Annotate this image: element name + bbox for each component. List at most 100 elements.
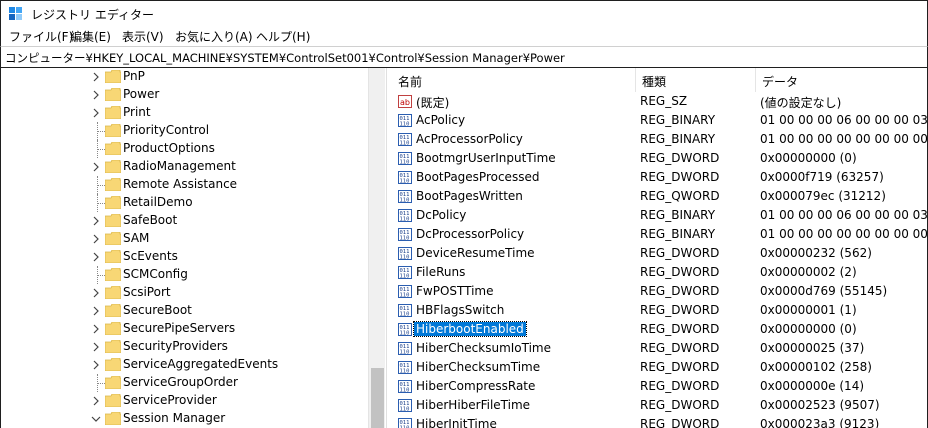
chevron-right-icon[interactable] <box>91 216 101 226</box>
tree-item-label: ProductOptions <box>123 141 215 155</box>
value-name[interactable]: HiberInitTime <box>414 417 499 428</box>
chevron-right-icon[interactable] <box>91 396 101 406</box>
tree-item[interactable]: PriorityControl <box>1 122 371 140</box>
tree-item[interactable]: Remote Assistance <box>1 176 371 194</box>
column-header-name[interactable]: 名前 <box>392 68 636 92</box>
tree-item[interactable]: SafeBoot <box>1 212 371 230</box>
chevron-right-icon[interactable] <box>91 72 101 82</box>
chevron-right-icon[interactable] <box>91 288 101 298</box>
value-name[interactable]: AcProcessorPolicy <box>414 132 525 146</box>
tree-item[interactable]: ServiceAggregatedEvents <box>1 356 371 374</box>
chevron-right-icon[interactable] <box>91 252 101 262</box>
value-name[interactable]: DeviceResumeTime <box>414 246 537 260</box>
value-list[interactable]: 名前 種類 データ ab (既定) REG_SZ (値の設定なし) 011 110 AcPo… <box>392 68 928 428</box>
tree-item-label: Session Manager <box>123 411 226 425</box>
address-bar[interactable]: コンピューター¥HKEY_LOCAL_MACHINE¥SYSTEM¥Contro… <box>0 46 928 68</box>
menu-edit[interactable]: 編集(E) <box>70 28 111 45</box>
value-name[interactable]: (既定) <box>414 94 451 111</box>
value-type: REG_DWORD <box>640 170 720 184</box>
value-row[interactable]: 011110HiberInitTime REG_DWORD 0x000023a3 (… <box>392 415 927 428</box>
tree-item[interactable]: Power <box>1 86 371 104</box>
tree-item[interactable]: RetailDemo <box>1 194 371 212</box>
tree-item-label: Remote Assistance <box>123 177 238 191</box>
value-name[interactable]: HBFlagsSwitch <box>414 303 506 317</box>
value-name[interactable]: HiberHiberFileTime <box>414 398 532 412</box>
tree-item[interactable]: Print <box>1 104 371 122</box>
svg-text:110: 110 <box>400 217 410 223</box>
chevron-down-icon[interactable] <box>91 414 101 424</box>
menu-view[interactable]: 表示(V) <box>122 28 164 45</box>
address-path[interactable]: コンピューター¥HKEY_LOCAL_MACHINE¥SYSTEM¥Contro… <box>5 50 565 66</box>
value-row[interactable]: 011 110 BootPagesProcessed REG_DWORD 0x0000f… <box>392 168 927 187</box>
key-tree[interactable]: PnP Power Print PriorityControl ProductOptio… <box>0 68 386 428</box>
tree-item[interactable]: ServiceProvider <box>1 392 371 410</box>
value-name[interactable]: HiberChecksumTime <box>414 360 542 374</box>
chevron-right-icon[interactable] <box>91 90 101 100</box>
tree-item[interactable]: Session Manager <box>1 410 371 428</box>
value-row[interactable]: 011 110 AcPolicy REG_BINARY 01 00 00 00 06 0… <box>392 111 927 130</box>
value-row[interactable]: 011 110 DcPolicy REG_BINARY 01 00 00 00 06 0… <box>392 206 927 225</box>
value-row[interactable]: ab (既定) REG_SZ (値の設定なし) <box>392 92 927 111</box>
value-row[interactable]: 011 110 BootmgrUserInputTime REG_DWORD 0x000… <box>392 149 927 168</box>
value-name[interactable]: HiberCompressRate <box>414 379 537 393</box>
folder-icon <box>105 196 121 209</box>
value-row[interactable]: 011 110 HiberCompressRate REG_DWORD 0x000000… <box>392 377 927 396</box>
value-row[interactable]: 011 110 DeviceResumeTime REG_DWORD 0x0000023… <box>392 244 927 263</box>
tree-item[interactable]: RadioManagement <box>1 158 371 176</box>
value-data: 01 00 00 00 00 00 00 00 00 00 00 <box>760 132 928 146</box>
value-row[interactable]: 011 110 AcProcessorPolicy REG_BINARY 01 00 0… <box>392 130 928 149</box>
tree-item[interactable]: PnP <box>1 68 371 86</box>
value-row[interactable]: 011 110 HiberChecksumIoTime REG_DWORD 0x0000… <box>392 339 927 358</box>
value-type: REG_DWORD <box>640 322 720 336</box>
value-name[interactable]: HiberChecksumIoTime <box>414 341 553 355</box>
tree-item[interactable]: SecurePipeServers <box>1 320 371 338</box>
menu-help[interactable]: ヘルプ(H) <box>256 28 310 45</box>
chevron-right-icon[interactable] <box>91 306 101 316</box>
value-row[interactable]: 011 110 BootPagesWritten REG_QWORD 0x000079e… <box>392 187 927 206</box>
value-name[interactable]: FwPOSTTime <box>414 284 496 298</box>
value-row[interactable]: 011 110 DcProcessorPolicy REG_BINARY 01 00 0… <box>392 225 927 244</box>
chevron-right-icon[interactable] <box>91 162 101 172</box>
value-row[interactable]: 011 110 HiberHiberFileTime REG_DWORD 0x00002… <box>392 396 927 415</box>
value-name[interactable]: AcPolicy <box>414 113 467 127</box>
folder-icon <box>105 304 121 317</box>
column-header-type[interactable]: 種類 <box>636 68 756 92</box>
folder-icon <box>105 412 121 425</box>
value-name[interactable]: BootPagesProcessed <box>414 170 541 184</box>
tree-item[interactable]: SecureBoot <box>1 302 371 320</box>
tree-item-label: Print <box>123 105 151 119</box>
tree-item[interactable]: ServiceGroupOrder <box>1 374 371 392</box>
menu-file[interactable]: ファイル(F) <box>9 28 73 45</box>
value-row[interactable]: 011 110 HiberbootEnabled REG_DWORD 0x0000000… <box>392 320 927 339</box>
value-row[interactable]: 011 110 FwPOSTTime REG_DWORD 0x0000d769 (551… <box>392 282 927 301</box>
svg-text:110: 110 <box>400 407 410 413</box>
value-row[interactable]: 011 110 HiberChecksumTime REG_DWORD 0x000001… <box>392 358 927 377</box>
chevron-right-icon[interactable] <box>91 342 101 352</box>
value-name[interactable]: BootmgrUserInputTime <box>414 151 558 165</box>
chevron-right-icon[interactable] <box>91 324 101 334</box>
tree-item[interactable]: ScsiPort <box>1 284 371 302</box>
tree-scrollbar[interactable] <box>368 68 385 428</box>
value-name[interactable]: DcPolicy <box>414 208 468 222</box>
scrollbar-thumb[interactable] <box>371 368 384 428</box>
value-name[interactable]: FileRuns <box>414 265 467 279</box>
column-header-data[interactable]: データ <box>756 68 927 92</box>
tree-item[interactable]: SCMConfig <box>1 266 371 284</box>
value-row[interactable]: 011 110 FileRuns REG_DWORD 0x00000002 (2) <box>392 263 927 282</box>
tree-item[interactable]: SAM <box>1 230 371 248</box>
value-name[interactable]: HiberbootEnabled <box>413 321 527 337</box>
menu-favorites[interactable]: お気に入り(A) <box>175 28 253 45</box>
chevron-right-icon[interactable] <box>91 108 101 118</box>
value-name[interactable]: BootPagesWritten <box>414 189 525 203</box>
tree-item[interactable]: ProductOptions <box>1 140 371 158</box>
tree-item[interactable]: ScEvents <box>1 248 371 266</box>
value-row[interactable]: 011 110 HBFlagsSwitch REG_DWORD 0x00000001 (… <box>392 301 927 320</box>
chevron-right-icon[interactable] <box>91 360 101 370</box>
tree-item[interactable]: SecurityProviders <box>1 338 371 356</box>
value-name[interactable]: DcProcessorPolicy <box>414 227 526 241</box>
binary-value-icon: 011110 <box>398 171 412 184</box>
value-type: REG_BINARY <box>640 132 716 146</box>
chevron-right-icon[interactable] <box>91 234 101 244</box>
value-data: (値の設定なし) <box>760 96 842 110</box>
value-data: 0x00000232 (562) <box>760 246 872 260</box>
